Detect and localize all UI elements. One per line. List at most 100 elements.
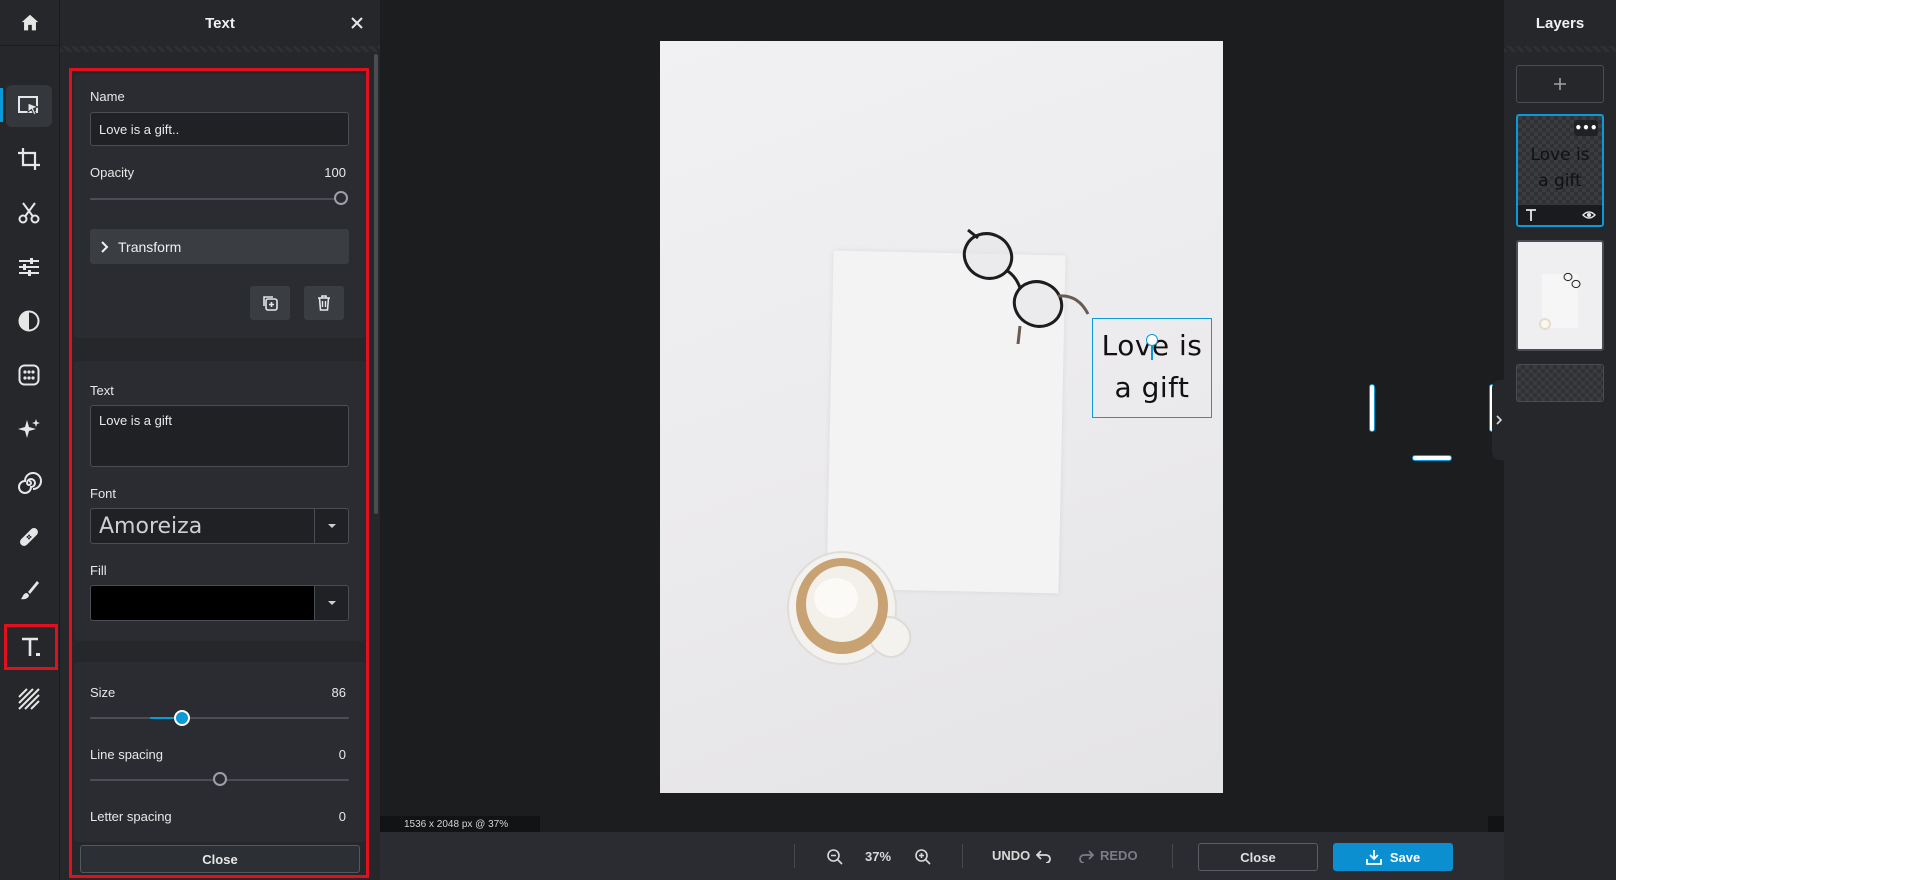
coffee-cup-graphic — [787, 551, 912, 665]
plus-icon — [1554, 78, 1566, 90]
status-bar-end — [1488, 816, 1504, 832]
redo-button[interactable]: REDO — [1078, 848, 1138, 863]
select-tool[interactable] — [6, 85, 52, 127]
background-layer-preview — [1539, 272, 1581, 330]
resize-handle-bottom[interactable] — [1412, 455, 1452, 461]
save-button[interactable]: Save — [1333, 843, 1453, 871]
fill-dropdown-button[interactable] — [315, 585, 349, 621]
close-button[interactable]: Close — [1198, 843, 1318, 871]
layer-item-empty[interactable] — [1516, 364, 1604, 402]
pattern-tool[interactable] — [6, 678, 52, 720]
eye-icon[interactable] — [1582, 210, 1596, 220]
zoom-out-icon[interactable] — [826, 848, 844, 866]
panel-close-footer-button[interactable]: Close — [80, 845, 360, 873]
download-icon — [1365, 850, 1382, 865]
text-object-frame[interactable]: Love is a gift — [1092, 318, 1212, 418]
layers-collapse-button[interactable] — [1492, 380, 1506, 460]
panel-close-button[interactable] — [346, 12, 368, 34]
bottom-divider — [962, 844, 963, 868]
hatch-icon — [18, 688, 40, 710]
opacity-label: Opacity — [90, 165, 135, 180]
size-value: 86 — [331, 685, 346, 700]
layer-item-background[interactable] — [1516, 240, 1604, 351]
panel-divider — [60, 46, 380, 52]
font-select[interactable]: Amoreiza — [90, 508, 315, 544]
text-tool[interactable] — [4, 624, 58, 670]
redo-label: REDO — [1100, 848, 1138, 863]
line-spacing-value: 0 — [338, 747, 346, 762]
chevron-down-icon — [327, 524, 336, 528]
size-slider[interactable] — [90, 717, 349, 719]
adjust-tool[interactable] — [6, 246, 52, 288]
bottom-divider — [1172, 844, 1173, 868]
liquify-tool[interactable] — [6, 462, 52, 504]
opacity-value: 100 — [324, 165, 346, 180]
fill-color-swatch[interactable] — [90, 585, 315, 621]
retouch-tool[interactable] — [6, 408, 52, 450]
filter-tool[interactable] — [6, 300, 52, 342]
transform-toggle[interactable]: Transform — [90, 229, 349, 264]
draw-tool[interactable] — [6, 570, 52, 612]
image-info-status: 1536 x 2048 px @ 37% — [380, 816, 540, 832]
trash-icon — [318, 295, 330, 311]
name-label: Name — [90, 89, 125, 104]
text-icon — [22, 637, 40, 656]
undo-button[interactable]: UNDO — [992, 848, 1052, 863]
panel-scrollbar[interactable] — [374, 54, 378, 514]
crop-icon — [18, 148, 40, 170]
line-spacing-slider-knob[interactable] — [213, 772, 227, 786]
active-tool-marker — [0, 88, 3, 122]
home-button[interactable] — [0, 0, 60, 46]
font-dropdown-button[interactable] — [315, 508, 349, 544]
rotate-handle[interactable] — [1146, 334, 1158, 346]
layers-divider — [1504, 46, 1616, 52]
undo-icon — [1036, 849, 1052, 863]
text-type-icon — [1526, 209, 1536, 221]
layer-footer — [1518, 205, 1602, 225]
select-icon — [18, 96, 40, 116]
chevron-right-icon — [101, 240, 109, 253]
save-label: Save — [1389, 849, 1421, 865]
zoom-in-icon[interactable] — [914, 848, 932, 866]
canvas-workspace[interactable]: Love is a gift — [380, 0, 1504, 832]
text-content-input[interactable]: Love is a gift — [90, 405, 349, 467]
name-input[interactable]: Love is a gift.. — [90, 112, 349, 146]
bottom-divider — [794, 844, 795, 868]
layer-text-line-1: Love is — [1530, 145, 1590, 165]
glasses-graphic — [962, 228, 1090, 345]
letter-spacing-label: Letter spacing — [90, 809, 172, 824]
panel-title: Text — [205, 14, 235, 32]
chevron-down-icon — [327, 601, 336, 605]
layer-more-button[interactable]: ••• — [1574, 120, 1598, 136]
undo-label: UNDO — [992, 848, 1031, 863]
letter-spacing-value: 0 — [338, 809, 346, 824]
add-layer-button[interactable] — [1516, 65, 1604, 103]
heal-tool[interactable] — [6, 516, 52, 558]
size-label: Size — [90, 685, 116, 700]
rotate-handle-stem — [1151, 346, 1153, 360]
resize-handle-left[interactable] — [1369, 384, 1375, 432]
text-object-line-2: a gift — [1114, 371, 1190, 404]
cut-tool[interactable] — [6, 192, 52, 234]
opacity-slider-knob[interactable] — [334, 191, 348, 205]
redo-icon — [1079, 849, 1094, 863]
layers-panel: Layers ••• Love is a gift — [1504, 0, 1616, 880]
layer-item-text[interactable]: ••• Love is a gift — [1516, 114, 1604, 227]
effects-tool[interactable] — [6, 354, 52, 396]
duplicate-icon — [263, 296, 278, 311]
text-label: Text — [90, 383, 114, 398]
spiral-icon — [18, 472, 42, 494]
layers-title: Layers — [1535, 14, 1585, 32]
duplicate-layer-button[interactable] — [250, 286, 290, 320]
zoom-level[interactable]: 37% — [865, 849, 891, 864]
blank-area — [1616, 0, 1917, 880]
tool-sidebar — [0, 0, 60, 880]
fill-label: Fill — [90, 563, 107, 578]
layer-text-line-2: a gift — [1538, 171, 1582, 191]
size-slider-knob[interactable] — [174, 710, 190, 726]
layer-text-preview: Love is a gift — [1518, 142, 1602, 194]
delete-layer-button[interactable] — [304, 286, 344, 320]
crop-tool[interactable] — [6, 138, 52, 180]
opacity-slider[interactable] — [90, 198, 342, 200]
line-spacing-label: Line spacing — [90, 747, 163, 762]
